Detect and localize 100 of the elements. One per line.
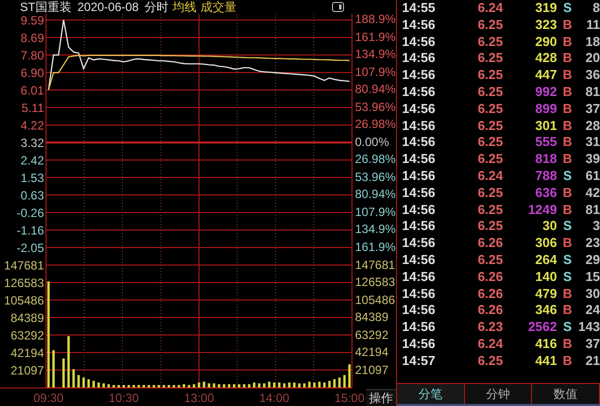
price-axis-label: 3.32 [20,136,44,150]
volume-axis-label: 42194 [10,346,44,360]
trade-price: 6.25 [476,118,503,134]
table-cell-text: 3 [592,218,600,236]
volume-bar [212,384,216,388]
trade-price: 6.25 [476,16,503,34]
volume-axis-label: 126583 [4,276,44,290]
trade-time: 14:56 [402,218,436,236]
volume-bar [92,381,95,388]
trade-time: 14:56 [402,268,436,286]
volume-bar [198,382,200,388]
trade-side: S [562,268,573,286]
percent-axis-label: 161.9% [354,238,396,256]
volume-bar [148,385,150,388]
trade-side: S [562,0,573,17]
volume-bar [252,382,256,388]
trade-side: B [562,352,574,370]
percent-axis-label: 26.98% [354,116,396,134]
trade-side: B [562,302,574,320]
trade-price: 6.26 [476,302,503,320]
volume-bar [278,382,280,388]
tab[interactable]: 数值 [532,384,600,404]
trade-time: 14:56 [402,184,436,202]
price-axis-label: 7.80 [20,48,44,62]
trade-volume: 2562 [527,319,557,336]
volume-bar [108,384,110,388]
trade-volume: 306 [534,235,557,252]
volume-bar [52,350,55,388]
legend-label: 分时 [144,0,169,14]
price-axis-label: -2.05 [16,241,44,255]
volume-bar [268,382,270,388]
volume-bar [242,384,246,388]
table-cell-text: 61 [584,168,600,185]
trade-volume: 441 [534,352,557,370]
trade-side: B [562,118,574,134]
price-axis-label: 6.90 [20,66,44,80]
price-axis-label: 8.69 [20,31,44,46]
volume-axis-label: 84389 [10,311,44,326]
volume-bar [152,385,156,388]
legend-label: 均线 [172,0,197,14]
volume-bar [338,378,341,388]
action-button[interactable]: 操作 [366,388,396,406]
table-cell-text: 31 [584,134,600,152]
trade-time: 14:55 [402,0,436,17]
trade-time: 14:56 [402,336,436,353]
volume-axis-label: 126583 [354,274,396,291]
volume-axis-label: 21097 [354,362,390,378]
trade-price: 6.25 [476,151,503,168]
volume-axis-label: 63292 [354,326,390,344]
volume-bar [72,370,75,388]
percent-axis-label: 0.00% [354,134,390,151]
trade-time: 14:56 [402,286,436,302]
table-cell-text: 30 [584,286,600,302]
trade-volume: 301 [534,118,557,134]
volume-bar [182,384,186,388]
trade-side: S [562,319,573,336]
volume-axis-label: 147681 [354,256,396,274]
trade-price: 6.25 [476,352,503,370]
trade-volume: 479 [534,286,557,302]
time-axis-label: 15:00 [334,391,364,406]
volume-bar [323,382,326,388]
trade-side: B [562,151,574,168]
volume-bar [112,385,115,388]
trade-volume: 323 [534,16,557,34]
trade-price: 6.26 [476,235,503,252]
volume-bar [102,384,105,388]
time-axis-label: 10:30 [108,391,139,406]
trade-volume: 30 [542,218,557,236]
trade-volume: 818 [534,151,557,168]
volume-bar [77,375,80,388]
trade-time: 14:56 [402,100,436,118]
percent-axis-label: 188.9% [354,11,396,28]
volume-bar [343,375,346,388]
volume-bar [192,384,196,388]
volume-axis-label: 105486 [354,292,396,308]
volume-bar [118,385,120,388]
table-cell-text: 39 [584,151,600,168]
trade-time: 14:56 [402,319,436,336]
trade-side: S [562,252,573,269]
volume-bar [168,385,170,388]
volume-bar [218,384,220,388]
percent-axis-label: 26.98% [354,151,396,168]
volume-bar [178,385,180,388]
tab[interactable]: 分钟 [464,384,532,404]
table-cell-text: 37 [584,100,600,118]
volume-bar [318,382,321,388]
volume-bar [232,384,236,388]
volume-bar [288,382,290,388]
tab[interactable]: 分笔 [397,384,465,404]
trade-side: B [562,16,574,34]
trade-time: 14:57 [402,352,436,370]
trade-price: 6.25 [476,218,503,236]
trade-time: 14:56 [402,118,436,134]
trade-volume: 636 [534,184,557,202]
trade-price: 6.24 [476,168,503,185]
volume-bar [172,385,176,388]
volume-bar [208,384,210,388]
layout-icon[interactable] [332,2,344,12]
percent-axis-label: 161.9% [354,28,396,46]
time-axis-label: 13:00 [184,391,214,406]
